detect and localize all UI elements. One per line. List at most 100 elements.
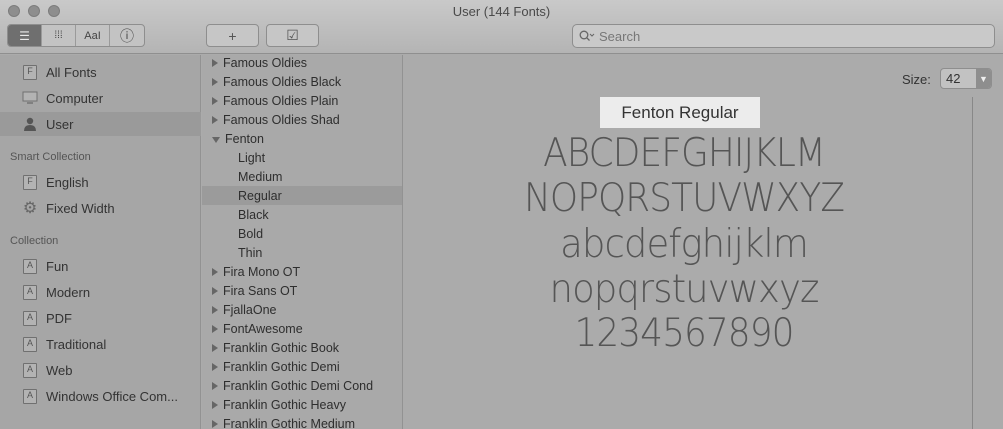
font-family-item[interactable]: Franklin Gothic Demi: [202, 357, 402, 376]
add-font-button[interactable]: +: [206, 24, 259, 47]
sidebar-item-label: Traditional: [46, 336, 107, 352]
font-list: Famous Oldies Famous Oldies Black Famous O…: [202, 55, 403, 429]
disclosure-right-icon[interactable]: [212, 362, 218, 371]
font-style-item[interactable]: Light: [202, 148, 402, 167]
list-view-button[interactable]: ☰: [8, 25, 42, 46]
font-list-item-label: Fira Sans OT: [223, 283, 298, 298]
disclosure-right-icon[interactable]: [212, 267, 218, 276]
search-input[interactable]: [599, 28, 979, 44]
sample-view-button[interactable]: AaI: [76, 25, 110, 46]
info-icon: ⓘ: [120, 27, 134, 44]
font-style-item[interactable]: Thin: [202, 243, 402, 262]
sidebar-item-label: User: [46, 116, 74, 132]
font-list-item-label: Franklin Gothic Medium: [223, 416, 355, 429]
sidebar-item-pdf[interactable]: A PDF: [0, 306, 201, 330]
disclosure-right-icon[interactable]: [212, 381, 218, 390]
disclosure-right-icon[interactable]: [212, 115, 218, 124]
sidebar-item-label: Fixed Width: [46, 200, 115, 216]
font-style-item[interactable]: Bold: [202, 224, 402, 243]
title-bar: User (144 Fonts) ☰ ⁞⁞⁞ AaI ⓘ + ☑: [0, 0, 1003, 54]
font-collection-icon: A: [22, 258, 38, 274]
disclosure-right-icon[interactable]: [212, 305, 218, 314]
sample-uppercase-line-2: NOPQRSTUVWXYZ: [524, 176, 845, 221]
sidebar-item-label: Computer: [46, 90, 104, 106]
sidebar-item-label: Web: [46, 362, 73, 378]
sample-lowercase-line-2: nopqrstuvwxyz: [549, 267, 820, 312]
sample-lowercase-line-1: abcdefghijklm: [560, 222, 809, 267]
sample-text-icon: AaI: [84, 29, 101, 42]
sidebar-item-computer[interactable]: Computer: [0, 86, 201, 110]
sidebar: F All Fonts Computer User Smart Collecti…: [0, 55, 201, 429]
font-family-item[interactable]: Franklin Gothic Book: [202, 338, 402, 357]
font-family-item[interactable]: Famous Oldies: [202, 55, 402, 72]
size-value: 42: [946, 71, 961, 86]
sidebar-item-all-fonts[interactable]: F All Fonts: [0, 60, 201, 84]
font-family-item[interactable]: Fira Mono OT: [202, 262, 402, 281]
font-list-item-label: Medium: [238, 169, 283, 184]
font-box-icon: F: [22, 64, 38, 80]
font-box-icon: F: [22, 174, 38, 190]
font-style-item[interactable]: Black: [202, 205, 402, 224]
sidebar-item-web[interactable]: A Web: [0, 358, 201, 382]
preview-scrollbar[interactable]: [972, 97, 973, 429]
font-list-item-label: Famous Oldies Shad: [223, 112, 340, 127]
font-family-item[interactable]: Famous Oldies Plain: [202, 91, 402, 110]
font-family-item[interactable]: Franklin Gothic Demi Cond: [202, 376, 402, 395]
disclosure-down-icon[interactable]: [212, 136, 220, 143]
font-family-item[interactable]: FjallaOne: [202, 300, 402, 319]
sidebar-item-label: Fun: [46, 258, 69, 274]
font-list-item-label: Bold: [238, 226, 264, 241]
disclosure-right-icon[interactable]: [212, 96, 218, 105]
info-view-button[interactable]: ⓘ: [110, 25, 144, 46]
font-style-item[interactable]: Regular: [202, 186, 402, 205]
font-family-item[interactable]: Franklin Gothic Medium: [202, 414, 402, 429]
sidebar-item-traditional[interactable]: A Traditional: [0, 332, 201, 356]
gear-icon: ⚙: [22, 200, 38, 217]
font-list-item-label: Black: [238, 207, 269, 222]
sidebar-item-fixed-width[interactable]: ⚙ Fixed Width: [0, 196, 201, 220]
search-field[interactable]: [572, 24, 995, 48]
disclosure-right-icon[interactable]: [212, 400, 218, 409]
computer-icon: [22, 90, 38, 106]
disclosure-right-icon[interactable]: [212, 419, 218, 428]
sidebar-item-user[interactable]: User: [0, 112, 201, 136]
sidebar-item-label: PDF: [46, 310, 72, 326]
sidebar-item-english[interactable]: F English: [0, 170, 201, 194]
sidebar-item-fun[interactable]: A Fun: [0, 254, 201, 278]
font-list-item-label: Thin: [238, 245, 263, 260]
font-list-item-label: Light: [238, 150, 266, 165]
font-list-item-label: Fira Mono OT: [223, 264, 301, 279]
view-mode-segmented-control: ☰ ⁞⁞⁞ AaI ⓘ: [7, 24, 145, 47]
chevron-down-icon[interactable]: ▼: [976, 69, 991, 88]
smart-collection-heading: Smart Collection: [10, 151, 91, 163]
font-collection-icon: A: [22, 310, 38, 326]
disclosure-right-icon[interactable]: [212, 286, 218, 295]
disclosure-right-icon[interactable]: [212, 58, 218, 67]
grid-icon: ⁞⁞⁞: [54, 30, 63, 41]
sidebar-item-modern[interactable]: A Modern: [0, 280, 201, 304]
disclosure-right-icon[interactable]: [212, 324, 218, 333]
preview-pane: Size: 42 ▼ Fenton Regular ABCDEFGHIJKLM …: [404, 55, 1003, 429]
disclosure-right-icon[interactable]: [212, 77, 218, 86]
sidebar-item-label: Windows Office Com...: [46, 388, 178, 404]
disclosure-right-icon[interactable]: [212, 343, 218, 352]
font-family-item[interactable]: FontAwesome: [202, 319, 402, 338]
sample-uppercase-line-1: ABCDEFGHIJKLM: [543, 131, 826, 176]
font-list-item-label: Famous Oldies Black: [223, 74, 342, 89]
font-family-item[interactable]: Fira Sans OT: [202, 281, 402, 300]
font-list-item-label: Famous Oldies: [223, 55, 308, 70]
font-family-item[interactable]: Famous Oldies Black: [202, 72, 402, 91]
sample-digits-line: 1234567890: [574, 311, 794, 356]
font-family-item[interactable]: Fenton: [202, 129, 402, 148]
font-family-item[interactable]: Franklin Gothic Heavy: [202, 395, 402, 414]
font-family-item[interactable]: Famous Oldies Shad: [202, 110, 402, 129]
sidebar-item-windows-office[interactable]: A Windows Office Com...: [0, 384, 201, 408]
font-list-item-label: FjallaOne: [223, 302, 277, 317]
size-combobox[interactable]: 42 ▼: [940, 68, 992, 89]
validate-font-button[interactable]: ☑: [266, 24, 319, 47]
font-style-item[interactable]: Medium: [202, 167, 402, 186]
list-icon: ☰: [19, 28, 30, 43]
grid-view-button[interactable]: ⁞⁞⁞: [42, 25, 76, 46]
font-list-item-label: FontAwesome: [223, 321, 303, 336]
sidebar-item-label: Modern: [46, 284, 91, 300]
